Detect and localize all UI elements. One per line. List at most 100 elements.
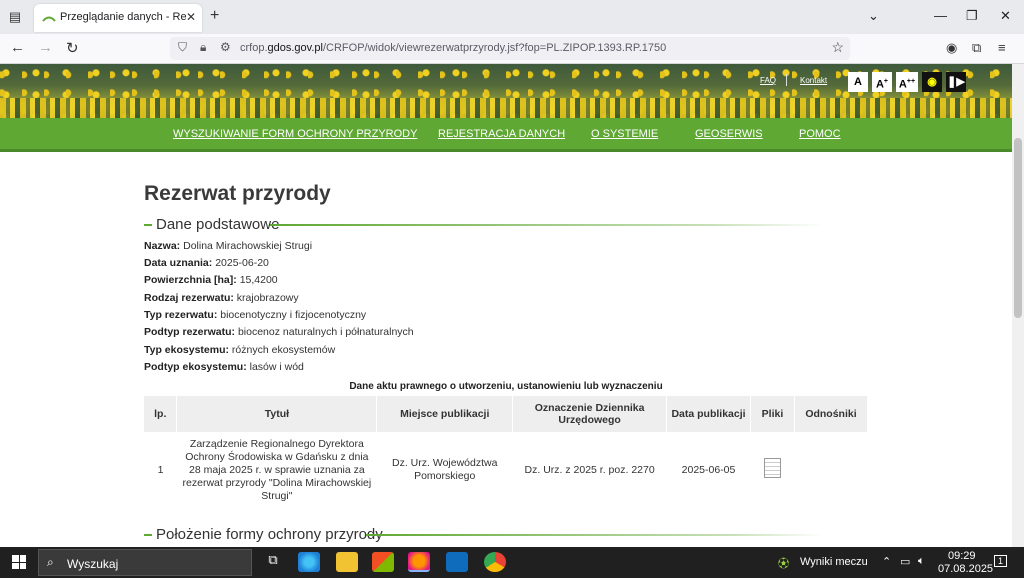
field-area: Powierzchnia [ha]: 15,4200 xyxy=(144,274,278,286)
field-value: lasów i wód xyxy=(249,361,304,373)
url-text[interactable]: crfop.gdos.gov.pl/CRFOP/widok/viewrezerw… xyxy=(240,42,666,54)
field-value: różnych ekosystemów xyxy=(231,344,336,356)
menu-about-system[interactable]: O SYSTEMIE xyxy=(591,128,658,140)
contact-link[interactable]: Kontakt xyxy=(800,76,827,85)
legal-acts-table: lp. Tytuł Miejsce publikacji Oznaczenie … xyxy=(144,396,869,508)
field-reserve-subtype: Podtyp rezerwatu: biocenoz naturalnych i… xyxy=(144,326,414,338)
col-header-links: Odnośniki xyxy=(794,396,869,432)
cell-place: Dz. Urz. Województwa Pomorskiego xyxy=(392,457,498,482)
browser-nav-bar: ← → ↻ ⛉ 🔒︎ ⚙︎ crfop.gdos.gov.pl/CRFOP/wi… xyxy=(0,34,1024,64)
site-favicon-icon xyxy=(42,16,56,22)
field-reserve-type: Typ rezerwatu: biocenotyczny i fizjoceno… xyxy=(144,309,366,321)
network-icon[interactable]: ▭ xyxy=(900,555,910,568)
search-icon: ⌕ xyxy=(47,555,54,569)
permissions-icon[interactable]: ⚙︎ xyxy=(220,40,231,54)
browser-tab-bar: ▤ Przeglądanie danych - Rezerwat ✕ + ⌄ —… xyxy=(0,0,1024,34)
field-name: Nazwa: Dolina Mirachowskiej Strugi xyxy=(144,240,312,252)
edge-icon[interactable] xyxy=(298,552,320,572)
weather-widget-icon[interactable]: ⚽︎ xyxy=(778,555,789,571)
menu-geoservice[interactable]: GEOSERWIS xyxy=(695,128,763,140)
forward-arrow-icon[interactable]: → xyxy=(38,39,53,56)
url-path: /CRFOP/widok/viewrezerwatprzyrody.jsf?fo… xyxy=(322,42,667,54)
cell-journal: Dz. Urz. z 2025 r. poz. 2270 xyxy=(524,463,655,476)
field-label: Podtyp rezerwatu: xyxy=(144,326,236,338)
tab-close-icon[interactable]: ✕ xyxy=(186,10,196,24)
field-ecosystem-subtype: Podtyp ekosystemu: lasów i wód xyxy=(144,361,304,373)
notifications-icon[interactable]: 1 xyxy=(994,555,1008,567)
field-recognition-date: Data uznania: 2025-06-20 xyxy=(144,257,269,269)
reload-icon[interactable]: ↻ xyxy=(66,39,79,57)
menu-help[interactable]: POMOC xyxy=(799,128,841,140)
font-largest-button[interactable]: A++ xyxy=(896,72,918,92)
windows-start-icon[interactable] xyxy=(12,555,26,569)
page-title: Rezerwat przyrody xyxy=(144,182,331,205)
minimize-icon[interactable]: — xyxy=(934,8,947,23)
col-header-files: Pliki xyxy=(750,396,795,432)
outlook-icon[interactable] xyxy=(446,552,468,572)
field-label: Typ rezerwatu: xyxy=(144,309,218,321)
field-value: krajobrazowy xyxy=(236,292,299,304)
section-location: Położenie formy ochrony przyrody xyxy=(144,526,824,544)
col-header-title: Tytuł xyxy=(176,396,378,432)
font-larger-label: A xyxy=(875,78,884,91)
clock-date[interactable]: 07.08.2025 xyxy=(938,563,993,575)
task-view-icon[interactable]: ⧉ xyxy=(262,552,284,572)
col-header-journal: Oznaczenie Dziennika Urzędowego xyxy=(512,396,668,432)
firefox-icon[interactable] xyxy=(408,552,430,572)
section-dash xyxy=(144,534,152,536)
field-label: Podtyp ekosystemu: xyxy=(144,361,247,373)
field-ecosystem-type: Typ ekosystemu: różnych ekosystemów xyxy=(144,344,335,356)
cell-links xyxy=(794,432,867,508)
browser-tab-active[interactable]: Przeglądanie danych - Rezerwat ✕ xyxy=(34,4,202,32)
tab-overflow-chevron-icon[interactable]: ⌄ xyxy=(868,8,879,24)
clock-time[interactable]: 09:29 xyxy=(948,550,976,562)
font-largest-label: A xyxy=(898,78,907,91)
bookmark-star-icon[interactable]: ☆ xyxy=(831,39,844,56)
scroll-thumb[interactable] xyxy=(1014,138,1022,318)
font-normal-label: A xyxy=(854,76,862,88)
new-tab-icon[interactable]: + xyxy=(210,7,219,25)
section-basic-title: Dane podstawowe xyxy=(156,216,280,233)
field-label: Typ ekosystemu: xyxy=(144,344,229,356)
field-value: 15,4200 xyxy=(239,274,278,286)
account-icon[interactable]: ◉ xyxy=(946,40,957,56)
document-file-icon[interactable] xyxy=(763,458,781,478)
menu-search-forms[interactable]: WYSZUKIWANIE FORM OCHRONY PRZYRODY xyxy=(173,128,417,140)
field-label: Nazwa: xyxy=(144,240,181,252)
faq-link[interactable]: FAQ xyxy=(760,76,776,85)
search-placeholder: Wyszukaj xyxy=(67,557,119,571)
extensions-icon[interactable]: ⧉ xyxy=(972,40,981,56)
url-domain: gdos.gov.pl xyxy=(267,42,323,54)
back-arrow-icon[interactable]: ← xyxy=(10,39,25,56)
col-header-date: Data publikacji xyxy=(666,396,751,432)
field-label: Rodzaj rezerwatu: xyxy=(144,292,234,304)
pause-animation-icon[interactable]: ❚▶ xyxy=(946,72,966,92)
shield-icon[interactable]: ⛉ xyxy=(178,40,187,55)
lock-icon[interactable]: 🔒︎ xyxy=(200,40,206,55)
field-reserve-kind: Rodzaj rezerwatu: krajobrazowy xyxy=(144,292,299,304)
url-bar[interactable]: ⛉ 🔒︎ ⚙︎ crfop.gdos.gov.pl/CRFOP/widok/vi… xyxy=(170,37,850,60)
banner-separator xyxy=(786,74,787,86)
menu-hamburger-icon[interactable]: ≡ xyxy=(998,40,1006,55)
section-dash xyxy=(144,224,152,226)
tray-chevron-icon[interactable]: ⌃ xyxy=(882,555,891,568)
field-label: Powierzchnia [ha]: xyxy=(144,274,237,286)
widget-news-text[interactable]: Wyniki meczu xyxy=(800,556,868,568)
page-scrollbar[interactable] xyxy=(1012,64,1024,547)
table-header-row: lp. Tytuł Miejsce publikacji Oznaczenie … xyxy=(144,396,869,432)
high-contrast-eye-icon[interactable]: ◉ xyxy=(922,72,942,92)
taskbar-search-box[interactable]: ⌕ Wyszukaj xyxy=(38,549,252,576)
field-label: Data uznania: xyxy=(144,257,213,269)
restore-icon[interactable]: ❐ xyxy=(966,8,978,24)
volume-icon[interactable]: 🔈︎ xyxy=(918,555,925,568)
file-explorer-icon[interactable] xyxy=(336,552,358,572)
tab-title: Przeglądanie danych - Rezerwat xyxy=(60,11,186,23)
cell-title: Zarządzenie Regionalnego Dyrektora Ochro… xyxy=(182,437,372,502)
tab-list-icon[interactable]: ▤ xyxy=(6,8,24,26)
store-icon[interactable] xyxy=(372,552,394,572)
menu-data-registration[interactable]: REJESTRACJA DANYCH xyxy=(438,128,565,140)
close-window-icon[interactable]: ✕ xyxy=(1000,8,1011,24)
chrome-icon[interactable] xyxy=(484,552,506,572)
font-normal-button[interactable]: A xyxy=(848,72,868,92)
font-larger-button[interactable]: A+ xyxy=(872,72,892,92)
